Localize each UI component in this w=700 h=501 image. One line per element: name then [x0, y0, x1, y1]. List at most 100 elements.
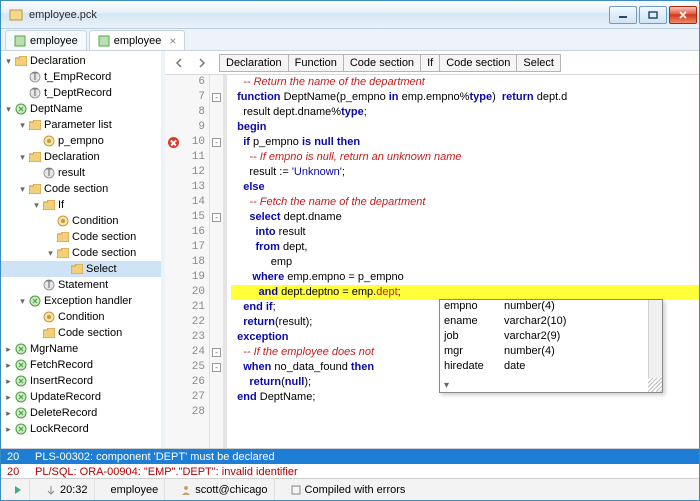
- tree-node[interactable]: ▾Exception handler: [1, 293, 161, 309]
- nav-back-button[interactable]: [169, 53, 189, 73]
- tree-node[interactable]: Select: [1, 261, 161, 277]
- tab-icon: [14, 35, 26, 47]
- tree-twisty-icon[interactable]: ▾: [17, 184, 28, 195]
- nav-forward-button[interactable]: [192, 53, 212, 73]
- tree-node[interactable]: Condition: [1, 309, 161, 325]
- tree-twisty-icon[interactable]: ▸: [3, 360, 14, 371]
- completion-item[interactable]: hiredatedate: [440, 360, 662, 375]
- code-line[interactable]: -- If empno is null, return an unknown n…: [231, 150, 699, 165]
- tree-node[interactable]: ▸LockRecord: [1, 421, 161, 437]
- tree-node[interactable]: ▾Code section: [1, 181, 161, 197]
- tree-node[interactable]: Tt_EmpRecord: [1, 69, 161, 85]
- completion-item[interactable]: enamevarchar2(10): [440, 315, 662, 330]
- folder-icon: [70, 263, 84, 275]
- completion-item[interactable]: empnonumber(4): [440, 300, 662, 315]
- tree-node[interactable]: ▸DeleteRecord: [1, 405, 161, 421]
- code-line[interactable]: from dept,: [231, 240, 699, 255]
- code-line[interactable]: and dept.deptno = emp.dept;: [231, 285, 699, 300]
- structure-tree[interactable]: ▾DeclarationTt_EmpRecordTt_DeptRecord▾De…: [1, 51, 165, 448]
- tree-node[interactable]: Condition: [1, 213, 161, 229]
- tree-node[interactable]: ▾Declaration: [1, 53, 161, 69]
- breadcrumb-item[interactable]: If: [420, 54, 440, 72]
- breadcrumb-item[interactable]: Function: [288, 54, 344, 72]
- breadcrumb-item[interactable]: Code section: [439, 54, 517, 72]
- tree-label: FetchRecord: [28, 359, 93, 371]
- file-tab[interactable]: employee ×: [89, 30, 186, 50]
- code-line[interactable]: -- Fetch the name of the department: [231, 195, 699, 210]
- tree-twisty-icon[interactable]: ▾: [3, 56, 14, 67]
- tree-node[interactable]: Tresult: [1, 165, 161, 181]
- code-line[interactable]: select dept.dname: [231, 210, 699, 225]
- code-line[interactable]: if p_empno is null then: [231, 135, 699, 150]
- breadcrumb-item[interactable]: Code section: [343, 54, 421, 72]
- tree-node[interactable]: ▸InsertRecord: [1, 373, 161, 389]
- folder-icon: [28, 183, 42, 195]
- tree-node[interactable]: Code section: [1, 229, 161, 245]
- tree-twisty-icon[interactable]: ▸: [3, 424, 14, 435]
- tree-node[interactable]: Code section: [1, 325, 161, 341]
- func-icon: [14, 423, 28, 435]
- tree-twisty-icon[interactable]: ▸: [3, 392, 14, 403]
- breadcrumb: DeclarationFunctionCode sectionIfCode se…: [219, 54, 561, 72]
- tree-node[interactable]: ▸MgrName: [1, 341, 161, 357]
- breadcrumb-item[interactable]: Declaration: [219, 54, 289, 72]
- error-row[interactable]: 20 PLS-00302: component 'DEPT' must be d…: [1, 449, 699, 464]
- code-line[interactable]: into result: [231, 225, 699, 240]
- tree-twisty-icon[interactable]: ▾: [17, 120, 28, 131]
- fold-toggle-icon[interactable]: -: [212, 93, 221, 102]
- popup-expand-icon[interactable]: ▾: [444, 380, 449, 391]
- tree-node[interactable]: TStatement: [1, 277, 161, 293]
- tree-twisty-icon[interactable]: ▾: [3, 104, 14, 115]
- fold-toggle-icon[interactable]: -: [212, 138, 221, 147]
- tree-twisty-icon[interactable]: ▾: [17, 296, 28, 307]
- error-row[interactable]: 20 PL/SQL: ORA-00904: "EMP"."DEPT": inva…: [1, 464, 699, 479]
- tree-label: Parameter list: [42, 119, 112, 131]
- tree-node[interactable]: ▾ Parameter list: [1, 117, 161, 133]
- code-line[interactable]: -- Return the name of the department: [231, 75, 699, 90]
- popup-resize-grip[interactable]: [648, 378, 662, 392]
- error-message: PLS-00302: component 'DEPT' must be decl…: [35, 451, 275, 463]
- fold-toggle-icon[interactable]: -: [212, 348, 221, 357]
- code-line[interactable]: [231, 405, 699, 420]
- tree-node[interactable]: ▾If: [1, 197, 161, 213]
- line-number: 26: [183, 375, 205, 390]
- minimize-button[interactable]: [609, 6, 637, 24]
- prop-icon: [56, 215, 70, 227]
- tree-node[interactable]: ▾Declaration: [1, 149, 161, 165]
- maximize-button[interactable]: [639, 6, 667, 24]
- tree-node[interactable]: p_empno: [1, 133, 161, 149]
- tree-twisty-icon[interactable]: ▾: [45, 248, 56, 259]
- tree-node[interactable]: ▾DeptName: [1, 101, 161, 117]
- fold-toggle-icon[interactable]: -: [212, 363, 221, 372]
- func-icon: [14, 407, 28, 419]
- code-editor[interactable]: 6789101112131415161718192021222324252627…: [165, 75, 699, 448]
- tree-node[interactable]: ▾Code section: [1, 245, 161, 261]
- code-line[interactable]: else: [231, 180, 699, 195]
- code-completion-popup[interactable]: empnonumber(4)enamevarchar2(10)jobvarcha…: [439, 299, 663, 393]
- code-line[interactable]: begin: [231, 120, 699, 135]
- status-run-icon[interactable]: [7, 479, 30, 500]
- file-tab[interactable]: employee: [5, 30, 87, 50]
- popup-scrollbar[interactable]: [648, 300, 662, 378]
- code-line[interactable]: emp: [231, 255, 699, 270]
- code-line[interactable]: where emp.empno = p_empno: [231, 270, 699, 285]
- tree-twisty-icon[interactable]: ▸: [3, 376, 14, 387]
- tree-node[interactable]: ▸ UpdateRecord: [1, 389, 161, 405]
- tree-twisty-icon[interactable]: ▾: [31, 200, 42, 211]
- code-line[interactable]: result := 'Unknown';: [231, 165, 699, 180]
- code-line[interactable]: function DeptName(p_empno in emp.empno%t…: [231, 90, 699, 105]
- tree-node[interactable]: ▸ FetchRecord: [1, 357, 161, 373]
- completion-item[interactable]: mgrnumber(4): [440, 345, 662, 360]
- breadcrumb-item[interactable]: Select: [516, 54, 561, 72]
- tree-twisty-icon[interactable]: ▸: [3, 408, 14, 419]
- tree-twisty-icon[interactable]: ▾: [17, 152, 28, 163]
- code-line[interactable]: result dept.dname%type;: [231, 105, 699, 120]
- error-marker-icon[interactable]: [168, 137, 179, 148]
- close-button[interactable]: [669, 6, 697, 24]
- tree-node[interactable]: Tt_DeptRecord: [1, 85, 161, 101]
- tree-twisty-icon[interactable]: ▸: [3, 344, 14, 355]
- tab-close-icon[interactable]: ×: [169, 35, 176, 47]
- completion-item[interactable]: jobvarchar2(9): [440, 330, 662, 345]
- fold-toggle-icon[interactable]: -: [212, 213, 221, 222]
- tree-label: UpdateRecord: [28, 391, 101, 403]
